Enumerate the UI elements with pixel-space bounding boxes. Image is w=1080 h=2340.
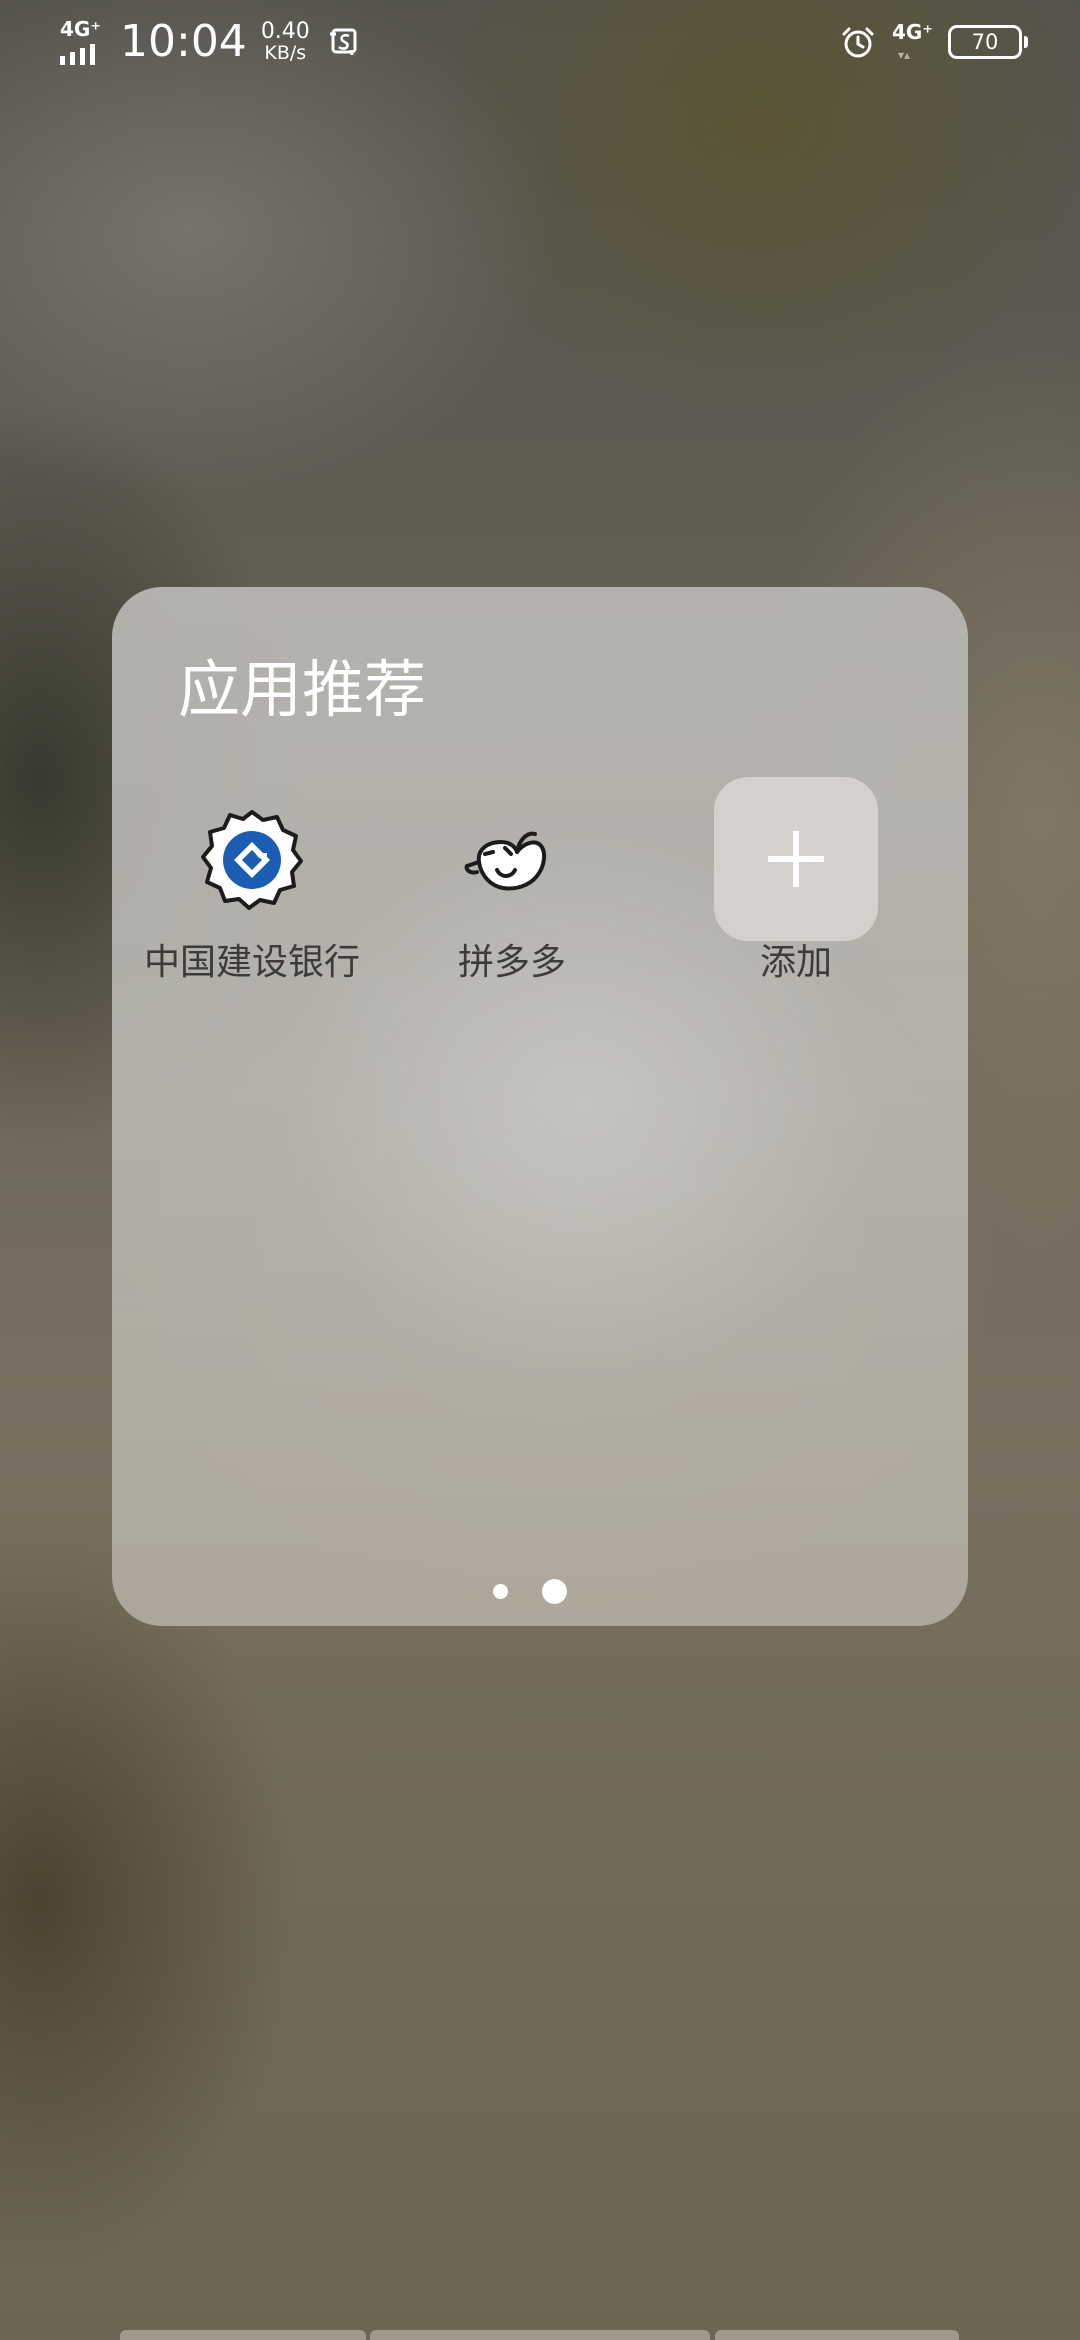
- page-dot-1[interactable]: [493, 1583, 508, 1599]
- plus-tile[interactable]: [714, 777, 878, 941]
- battery-icon: 70: [948, 25, 1028, 59]
- network-type-right: 4G⁺: [892, 20, 933, 44]
- dock-edge-3: [715, 2330, 959, 2340]
- pinduoduo-icon[interactable]: [430, 777, 594, 941]
- clock-time: 10:04: [120, 16, 247, 67]
- page-dot-2-active[interactable]: [542, 1578, 567, 1604]
- status-bar-left: 4G⁺ 10:04 0.40 KB/s: [60, 16, 362, 68]
- screenshot-icon: [329, 28, 357, 55]
- network-type-left: 4G⁺: [60, 17, 101, 41]
- add-app-button[interactable]: 添加: [656, 777, 936, 1007]
- ccb-bank-icon[interactable]: [170, 777, 334, 941]
- folder-title[interactable]: 应用推荐: [178, 652, 426, 728]
- status-bar-right: 4G⁺ ▾▴ 70: [840, 20, 1028, 64]
- page-indicator: [112, 1578, 968, 1604]
- app-ccb-bank[interactable]: 中国建设银行: [112, 777, 392, 1007]
- app-label: 中国建设银行: [143, 942, 360, 983]
- app-pinduoduo[interactable]: 拼多多: [372, 777, 652, 1007]
- network-speed-unit: KB/s: [264, 42, 307, 64]
- network-speed-value: 0.40: [260, 19, 310, 44]
- battery-level: 70: [971, 30, 999, 54]
- dock-edge-1: [120, 2330, 366, 2340]
- alarm-icon: [842, 27, 874, 58]
- data-activity-arrows-icon: ▾▴: [898, 48, 911, 62]
- signal-bars: [60, 44, 95, 65]
- signal-icon: 4G⁺: [60, 19, 106, 65]
- status-bar: 4G⁺ 10:04 0.40 KB/s 4G⁺ ▾▴ 70: [0, 0, 1080, 84]
- dock-edge-2: [370, 2330, 710, 2340]
- folder-panel: 应用推荐 中国建设银行 拼多多 添加: [112, 587, 968, 1626]
- app-label: 拼多多: [457, 942, 566, 983]
- plus-icon: [768, 831, 824, 887]
- network-speed: 0.40 KB/s: [260, 19, 310, 64]
- network-type-icon: 4G⁺ ▾▴: [890, 20, 934, 64]
- add-tile[interactable]: [714, 777, 878, 941]
- app-label: 添加: [759, 942, 832, 983]
